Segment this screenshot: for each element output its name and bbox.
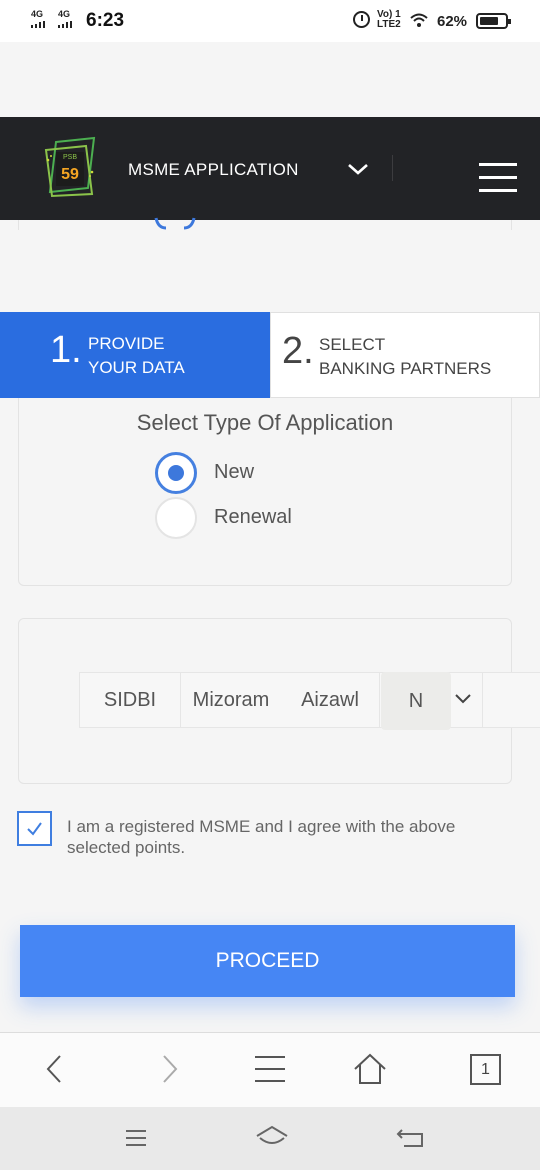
agreement-text: I am a registered MSME and I agree with … — [67, 817, 456, 857]
signal-2-icon: 4G — [58, 10, 72, 28]
app-title: MSME APPLICATION — [128, 160, 299, 179]
psb59-logo[interactable]: PSB 59 — [42, 136, 98, 198]
proceed-button[interactable]: PROCEED — [20, 925, 515, 997]
branch-dropdown[interactable]: N — [381, 672, 451, 730]
header-divider — [392, 155, 393, 181]
application-type-title: Select Type Of Application — [136, 410, 394, 435]
home-icon[interactable] — [352, 1052, 388, 1086]
back-icon[interactable] — [396, 1124, 426, 1150]
bank-cell[interactable]: SIDBI — [79, 673, 180, 727]
hamburger-menu-icon[interactable] — [479, 163, 519, 195]
collapsed-card-edge — [18, 220, 512, 230]
tabs-icon[interactable]: 1 — [470, 1054, 501, 1085]
step-select-banking-partners[interactable]: 2. SELECT BANKING PARTNERS — [270, 312, 540, 398]
district-cell[interactable]: Aizawl — [281, 673, 379, 727]
menu-icon[interactable] — [252, 1052, 288, 1086]
svg-text:59: 59 — [61, 166, 79, 183]
radio-new-label[interactable]: New — [214, 461, 254, 484]
signal-1-icon: 4G — [31, 10, 45, 28]
loader-arc-icon — [154, 217, 196, 230]
battery-icon — [476, 13, 511, 29]
volte-indicator: Vo) 1 LTE2 — [377, 9, 401, 30]
status-bar: 4G 4G 6:23 Vo) 1 LTE2 62% — [0, 0, 540, 42]
overflow-cell — [482, 673, 540, 727]
radio-renewal-label[interactable]: Renewal — [214, 506, 292, 529]
state-cell[interactable]: Mizoram — [180, 673, 281, 727]
check-icon — [27, 822, 42, 836]
agree-checkbox[interactable] — [17, 811, 52, 846]
step-provide-data[interactable]: 1. PROVIDE YOUR DATA — [0, 312, 270, 398]
radio-new[interactable] — [155, 452, 197, 494]
page-top-gap — [0, 42, 540, 117]
chevron-down-icon[interactable] — [451, 688, 475, 710]
recents-icon[interactable] — [122, 1126, 150, 1150]
forward-icon[interactable] — [156, 1052, 184, 1086]
battery-percent: 62% — [437, 13, 468, 30]
home-icon[interactable] — [254, 1124, 290, 1150]
chevron-down-icon[interactable] — [346, 160, 370, 178]
back-icon[interactable] — [40, 1052, 68, 1086]
wifi-icon — [410, 13, 428, 27]
svg-text:PSB: PSB — [63, 154, 77, 161]
clock: 6:23 — [86, 10, 125, 31]
alarm-icon — [353, 11, 370, 28]
radio-renewal[interactable] — [155, 497, 197, 539]
